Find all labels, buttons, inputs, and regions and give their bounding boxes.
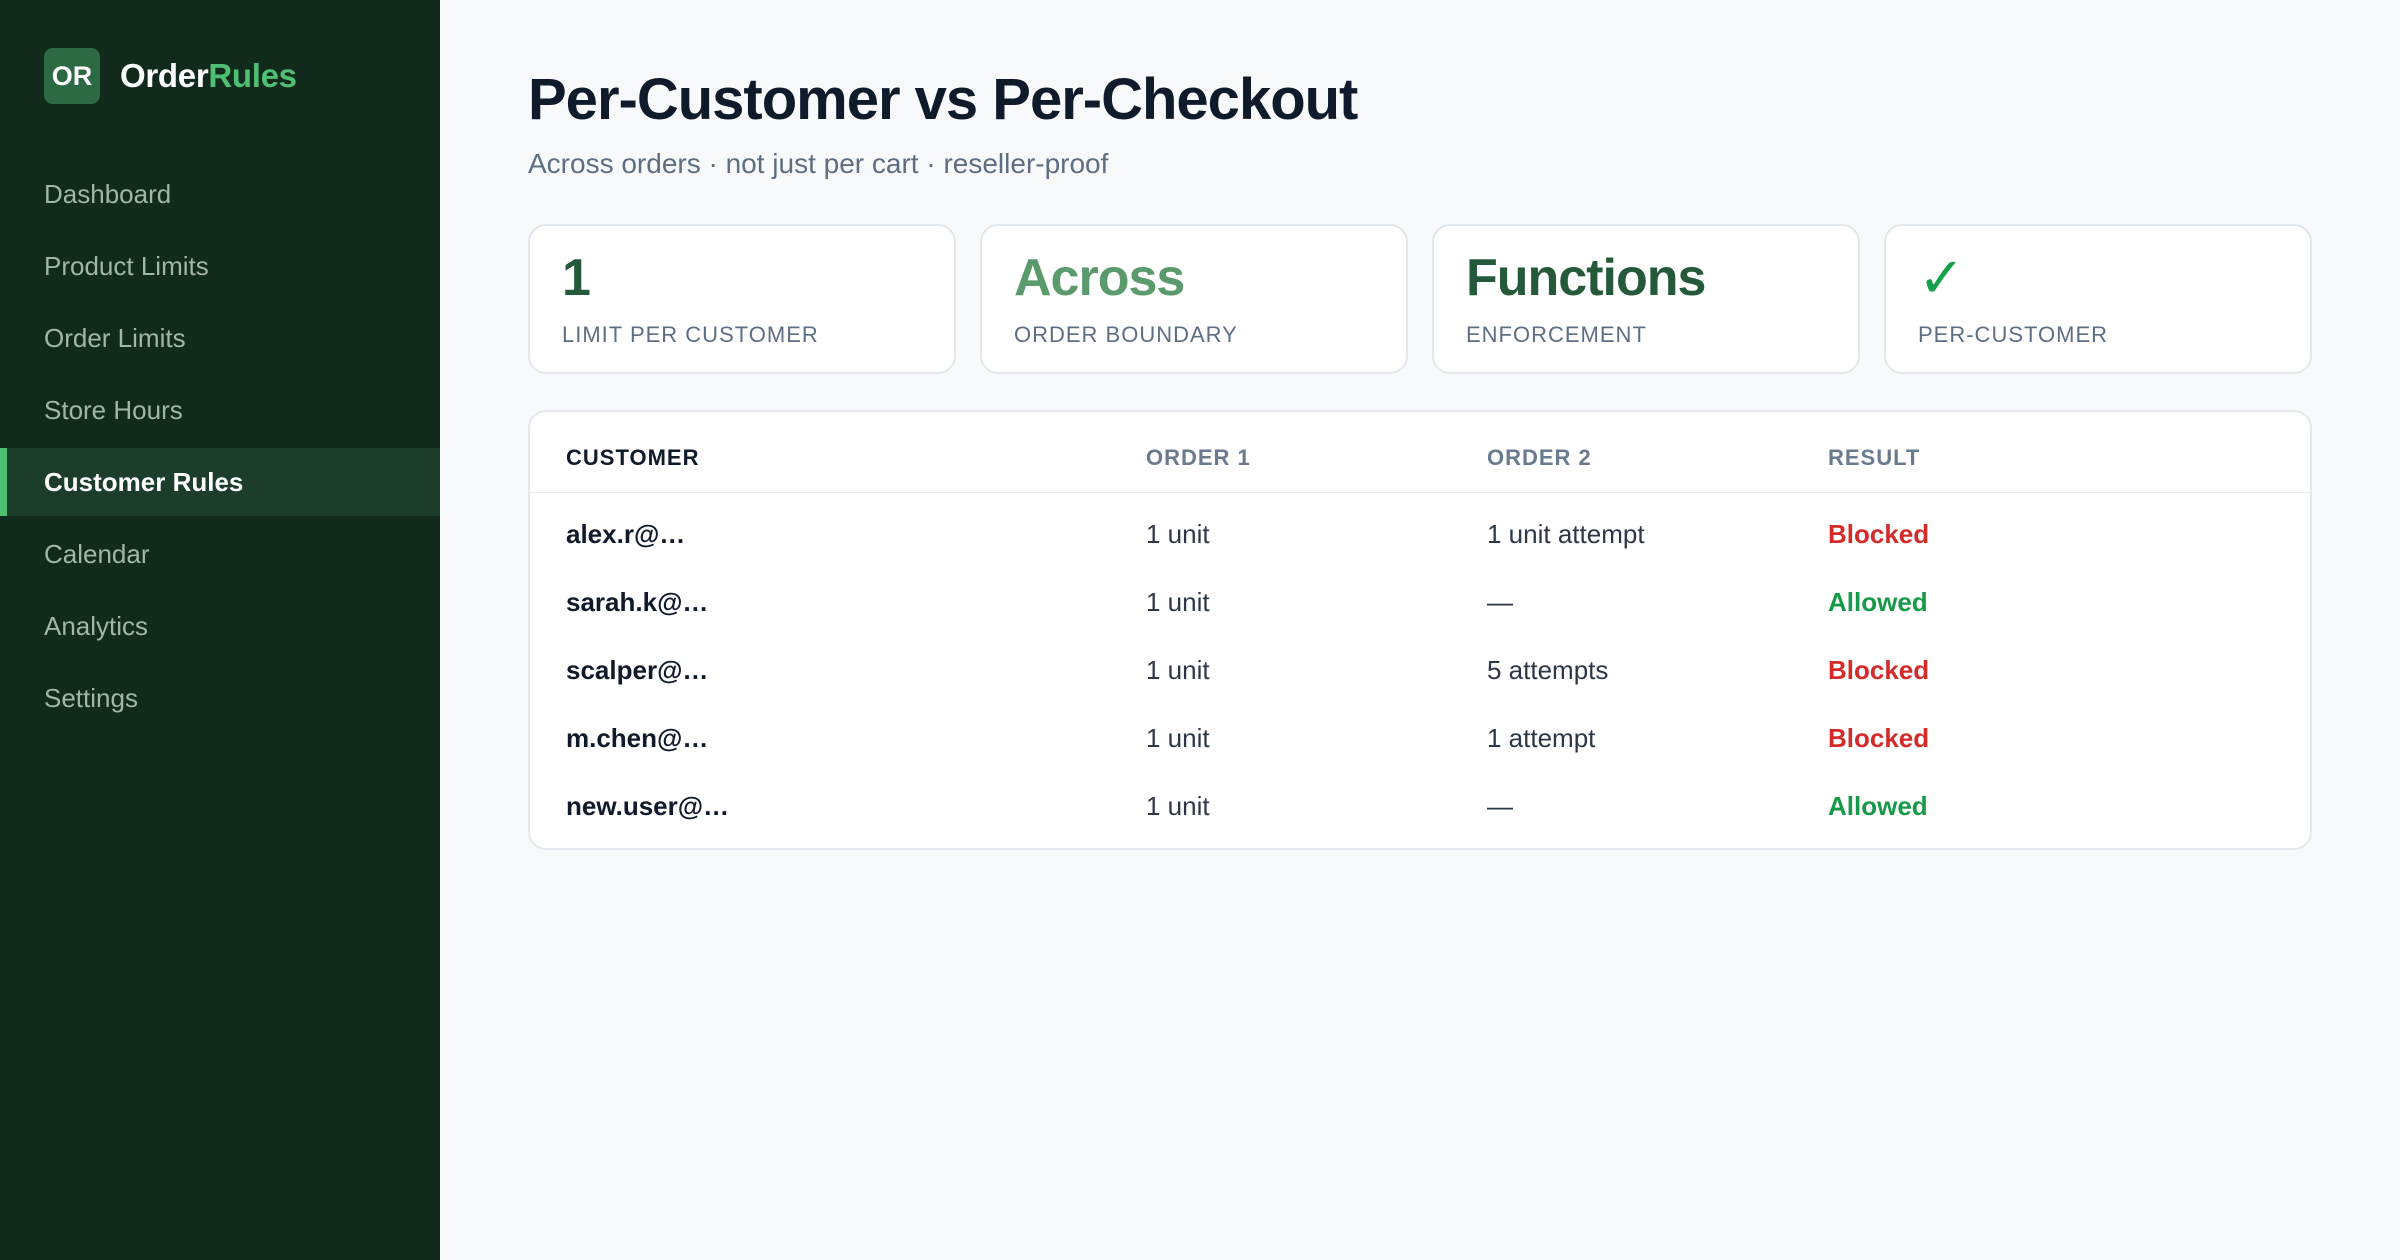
- customer-cell: alex.r@…: [566, 518, 686, 549]
- customer-orders-table: CUSTOMER ORDER 1 ORDER 2 RESULT alex.r@……: [530, 412, 2310, 840]
- order1-cell: 1 unit: [1146, 722, 1210, 753]
- table-row[interactable]: new.user@… 1 unit — Allowed: [530, 772, 2310, 840]
- stat-card-boundary: Across Order boundary: [980, 224, 1408, 374]
- result-badge: Blocked: [1828, 518, 1930, 549]
- table-row[interactable]: scalper@… 1 unit 5 attempts Blocked: [530, 636, 2310, 704]
- column-header-order-2[interactable]: ORDER 2: [1487, 412, 1828, 493]
- checkmark-icon: ✓: [1918, 246, 1965, 309]
- stat-label: Limit per customer: [562, 322, 819, 347]
- order2-cell: 1 unit attempt: [1487, 518, 1645, 549]
- order2-cell: —: [1487, 586, 1513, 617]
- sidebar: OR OrderRules Dashboard Product Limits O…: [0, 0, 440, 1260]
- customer-cell: m.chen@…: [566, 722, 709, 753]
- stat-label: Enforcement: [1466, 322, 1647, 347]
- stat-value: 1: [562, 249, 591, 307]
- page-title: Per-Customer vs Per-Checkout: [528, 67, 1358, 132]
- customer-cell: scalper@…: [566, 654, 709, 685]
- order1-cell: 1 unit: [1146, 654, 1210, 685]
- order2-cell: 1 attempt: [1487, 722, 1596, 753]
- stat-cards: 1 Limit per customer Across Order bounda…: [528, 224, 2312, 374]
- table-row[interactable]: alex.r@… 1 unit 1 unit attempt Blocked: [530, 492, 2310, 568]
- column-header-order-1[interactable]: ORDER 1: [1146, 412, 1487, 493]
- sidebar-item-order-limits[interactable]: Order Limits: [0, 304, 440, 372]
- order1-cell: 1 unit: [1146, 790, 1210, 821]
- stat-value: Across: [1014, 249, 1185, 307]
- sidebar-item-calendar[interactable]: Calendar: [0, 520, 440, 588]
- brand-name-part1: Order: [120, 57, 209, 94]
- brand-name: OrderRules: [120, 57, 297, 95]
- column-header-result[interactable]: RESULT: [1828, 412, 2310, 493]
- sidebar-item-customer-rules[interactable]: Customer Rules: [0, 448, 440, 516]
- customer-cell: new.user@…: [566, 790, 730, 821]
- brand-name-part2: Rules: [208, 57, 297, 94]
- order2-cell: —: [1487, 790, 1513, 821]
- table-row[interactable]: sarah.k@… 1 unit — Allowed: [530, 568, 2310, 636]
- sidebar-item-product-limits[interactable]: Product Limits: [0, 232, 440, 300]
- order2-cell: 5 attempts: [1487, 654, 1609, 685]
- result-badge: Allowed: [1828, 586, 1928, 617]
- brand[interactable]: OR OrderRules: [44, 48, 297, 104]
- customer-orders-table-card: CUSTOMER ORDER 1 ORDER 2 RESULT alex.r@……: [528, 410, 2312, 850]
- order1-cell: 1 unit: [1146, 586, 1210, 617]
- table-header-row: CUSTOMER ORDER 1 ORDER 2 RESULT: [530, 412, 2310, 493]
- stat-card-limit: 1 Limit per customer: [528, 224, 956, 374]
- column-header-customer[interactable]: CUSTOMER: [530, 412, 1146, 493]
- sidebar-item-settings[interactable]: Settings: [0, 664, 440, 732]
- stat-label: Order boundary: [1014, 322, 1238, 347]
- stat-value: Functions: [1466, 249, 1706, 307]
- table-row[interactable]: m.chen@… 1 unit 1 attempt Blocked: [530, 704, 2310, 772]
- order1-cell: 1 unit: [1146, 518, 1210, 549]
- sidebar-item-analytics[interactable]: Analytics: [0, 592, 440, 660]
- customer-cell: sarah.k@…: [566, 586, 709, 617]
- sidebar-nav: Dashboard Product Limits Order Limits St…: [0, 160, 440, 736]
- sidebar-item-store-hours[interactable]: Store Hours: [0, 376, 440, 444]
- brand-logo-badge: OR: [44, 48, 100, 104]
- page-subtitle: Across orders · not just per cart · rese…: [528, 148, 1109, 179]
- stat-card-enforcement: Functions Enforcement: [1432, 224, 1860, 374]
- result-badge: Blocked: [1828, 654, 1930, 685]
- sidebar-item-dashboard[interactable]: Dashboard: [0, 160, 440, 228]
- stat-card-per-customer: ✓ Per-customer: [1884, 224, 2312, 374]
- stat-label: Per-customer: [1918, 322, 2109, 347]
- result-badge: Allowed: [1828, 790, 1928, 821]
- result-badge: Blocked: [1828, 722, 1930, 753]
